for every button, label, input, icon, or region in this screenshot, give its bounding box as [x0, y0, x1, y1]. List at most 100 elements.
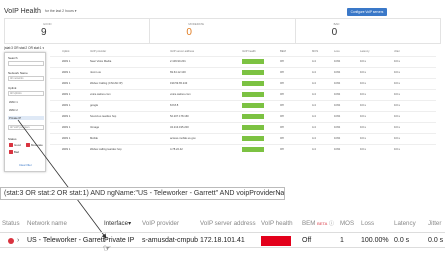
- voip-health-bar: [261, 236, 291, 246]
- cell-jitter: 0.0 s: [394, 125, 400, 129]
- cell-address: 199.59.65.243: [170, 81, 188, 85]
- cell-loss: 100.00%: [361, 236, 389, 244]
- cell-jitter: 0.0 s: [394, 81, 400, 85]
- kpi-moderate[interactable]: MODERATE 0: [150, 19, 296, 43]
- cell-uplink: WAN 1: [62, 59, 71, 63]
- col-jitter[interactable]: Jitter: [428, 220, 441, 227]
- voip-health-bar: [242, 103, 264, 108]
- cell-latency: 0.0 s: [394, 236, 410, 244]
- col-header[interactable]: VoIP provider: [90, 50, 106, 53]
- col-interface[interactable]: Interface▾: [104, 220, 134, 227]
- cell-provider: ntcom.us: [90, 70, 101, 74]
- search-input[interactable]: [8, 61, 44, 66]
- col-header[interactable]: MOS: [312, 50, 318, 53]
- status-good-checkbox[interactable]: [9, 143, 13, 147]
- network-name-select[interactable]: All networks: [8, 76, 44, 81]
- col-latency[interactable]: Latency: [394, 220, 416, 227]
- col-network-name[interactable]: Network name: [27, 220, 67, 227]
- cell-jitter: 0.0 s: [394, 103, 400, 107]
- status-moderate-checkbox[interactable]: [26, 143, 30, 147]
- table-row[interactable]: WAN 1 voice.webex.com voice.webex.com Off 4.…: [50, 89, 436, 98]
- cell-latency: 0.0 s: [360, 114, 366, 118]
- cell-latency: 0.0 s: [360, 136, 366, 140]
- cell-loss: 0.0%: [334, 92, 341, 96]
- col-header[interactable]: Latency: [360, 50, 369, 53]
- kpi-value: 0: [331, 27, 338, 38]
- voip-health-bar: [242, 81, 264, 86]
- uplink-option-private-ip[interactable]: Private IP: [8, 116, 44, 120]
- col-bem[interactable]: BEM BETA ⓘ: [302, 220, 334, 227]
- col-loss[interactable]: Loss: [361, 220, 374, 227]
- kpi-summary: GOOD 9 MODERATE 0 BAD 0: [4, 18, 441, 44]
- uplink-option-wan1[interactable]: WAN 1: [9, 100, 18, 104]
- cell-latency: 0.0 s: [360, 147, 366, 151]
- kpi-bad[interactable]: BAD 0: [296, 19, 440, 43]
- col-bem-label: BEM: [302, 220, 316, 227]
- cell-uplink: WAN 1: [62, 81, 71, 85]
- table-row[interactable]: WAN 1 Sound.us teardex hop 52.207.178.160 O…: [50, 111, 436, 120]
- time-range-selector[interactable]: for the last 2 hours ▾: [45, 9, 77, 13]
- table-row[interactable]: › US - Teleworker - Garrett Private IP s…: [0, 232, 445, 248]
- kpi-label: MODERATE: [188, 22, 204, 26]
- cell-loss: 0.0%: [334, 81, 341, 85]
- col-mos[interactable]: MOS: [340, 220, 354, 227]
- cell-bem: Off: [280, 59, 284, 63]
- cell-uplink: WAN 1: [62, 136, 71, 140]
- table-row[interactable]: WAN 1 Near Voice Media 2.109.90.201 Off 4.4 0…: [50, 56, 436, 65]
- cell-uplink: WAN 1: [62, 125, 71, 129]
- cell-latency: 0.0 s: [360, 81, 366, 85]
- uplink-option-wan2[interactable]: WAN 2: [9, 108, 18, 112]
- col-status[interactable]: Status: [2, 220, 20, 227]
- kpi-good[interactable]: GOOD 9: [5, 19, 151, 43]
- cell-mos: 4.4: [312, 70, 316, 74]
- cell-jitter: 0.0 s: [394, 114, 400, 118]
- table-row[interactable]: WAN 1 Webex Calling (CSCAN IP) 199.59.65.2…: [50, 78, 436, 87]
- table-row[interactable]: WAN 1 google 8.8.8.8 Off 4.4 0.0% 0.0 s 0.0 s: [50, 100, 436, 109]
- cell-uplink: WAN 1: [62, 70, 71, 74]
- cell-bem: Off: [280, 81, 284, 85]
- col-voip-health[interactable]: VoIP health: [261, 220, 293, 227]
- chevron-right-icon[interactable]: ›: [17, 237, 19, 244]
- cell-jitter: 0.0 s: [394, 92, 400, 96]
- col-header[interactable]: VoIP server address: [170, 50, 194, 53]
- filter-query-preview[interactable]: (stat:3 OR stat:2 OR stat:1 ▾: [4, 46, 44, 50]
- col-voip-provider[interactable]: VoIP provider: [142, 220, 179, 227]
- uplink-select[interactable]: All Uplinks: [8, 91, 44, 96]
- table-row[interactable]: WAN 1 Vonage 34.213.195.203 Off 4.4 0.0% 0.0 s…: [50, 122, 436, 131]
- voip-health-bar: [242, 114, 264, 119]
- table-row[interactable]: WAN 1 ntcom.us 69.64.12.100 Off 4.4 0.0% 0.0 s…: [50, 67, 436, 76]
- status-bad-checkbox[interactable]: [9, 150, 13, 154]
- hand-cursor-icon: ☞: [103, 243, 112, 253]
- voip-health-bar: [242, 136, 264, 141]
- col-header[interactable]: BEM: [280, 50, 286, 53]
- help-icon: ⓘ: [329, 221, 335, 227]
- chevron-down-icon[interactable]: ▾: [278, 191, 281, 197]
- cell-provider: voice.webex.com: [90, 92, 111, 96]
- cell-uplink: WAN 1: [62, 92, 71, 96]
- col-header[interactable]: Loss: [334, 50, 340, 53]
- cell-loss: 0.0%: [334, 147, 341, 151]
- col-header[interactable]: VoIP health: [242, 50, 256, 53]
- voip-health-bar: [242, 70, 264, 75]
- configure-voip-button[interactable]: Configure VoIP servers: [347, 8, 387, 16]
- cell-mos: 4.4: [312, 103, 316, 107]
- col-header[interactable]: Uplink: [62, 50, 69, 53]
- cell-mos: 4.4: [312, 59, 316, 63]
- search-label: Search: [8, 56, 18, 60]
- filter-query-input[interactable]: (stat:3 OR stat:2 OR stat:1) AND ngName:…: [0, 187, 285, 200]
- cell-provider: Mobile: [90, 136, 98, 140]
- cell-loss: 0.0%: [334, 136, 341, 140]
- sort-down-icon: ▾: [128, 221, 132, 227]
- col-header[interactable]: Jitter: [394, 50, 400, 53]
- cell-provider: Webex Calling (CSCAN IP): [90, 81, 123, 85]
- voip-health-bar: [242, 59, 264, 64]
- cell-uplink: WAN 1: [62, 114, 71, 118]
- table-row[interactable]: WAN 1 Webex calling teardex hop 4.78.22.42…: [50, 144, 436, 153]
- cell-mos: 4.4: [312, 92, 316, 96]
- provider-select[interactable]: All VoIP providers: [8, 125, 44, 130]
- col-voip-server-address[interactable]: VoIP server address: [200, 220, 256, 227]
- cell-bem: Off: [280, 147, 284, 151]
- table-row[interactable]: WAN 1 Mobile access.mobile.us.gov Off 4.4 0.0…: [50, 133, 436, 142]
- clear-filter-link[interactable]: Clear filter: [19, 163, 32, 167]
- kpi-label: GOOD: [43, 22, 52, 26]
